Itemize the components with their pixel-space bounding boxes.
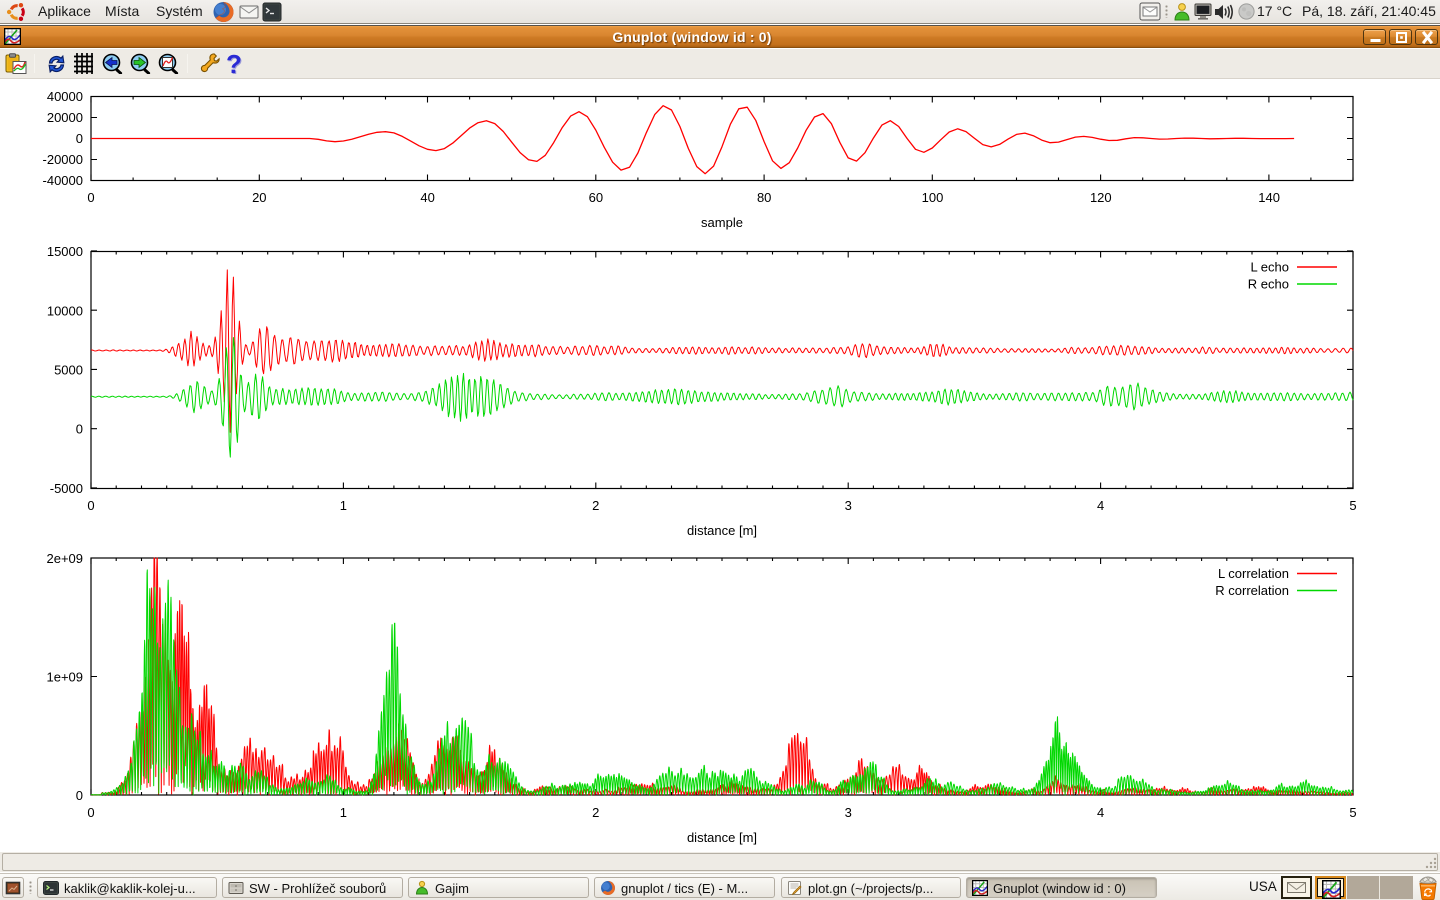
- svg-text:140: 140: [1258, 190, 1280, 205]
- svg-text:60: 60: [589, 190, 603, 205]
- svg-text:40: 40: [420, 190, 434, 205]
- svg-text:120: 120: [1090, 190, 1112, 205]
- svg-text:-40000: -40000: [43, 173, 83, 188]
- svg-text:0: 0: [87, 498, 94, 513]
- svg-text:1e+09: 1e+09: [46, 670, 83, 685]
- svg-text:0: 0: [76, 422, 83, 437]
- svg-text:3: 3: [845, 805, 852, 820]
- svg-text:R correlation: R correlation: [1215, 583, 1289, 598]
- svg-text:1: 1: [340, 805, 347, 820]
- svg-text:2: 2: [592, 498, 599, 513]
- svg-text:4: 4: [1097, 805, 1104, 820]
- svg-text:2: 2: [592, 805, 599, 820]
- svg-text:15000: 15000: [47, 244, 83, 259]
- svg-text:1: 1: [340, 498, 347, 513]
- svg-text:L echo: L echo: [1250, 260, 1289, 275]
- svg-text:-5000: -5000: [50, 481, 83, 496]
- svg-text:10000: 10000: [47, 304, 83, 319]
- svg-text:5: 5: [1349, 498, 1356, 513]
- svg-text:0: 0: [76, 131, 83, 146]
- svg-text:L correlation: L correlation: [1218, 566, 1289, 581]
- svg-text:R echo: R echo: [1248, 277, 1289, 292]
- svg-text:3: 3: [845, 498, 852, 513]
- svg-text:80: 80: [757, 190, 771, 205]
- svg-text:distance [m]: distance [m]: [687, 830, 757, 845]
- svg-text:100: 100: [922, 190, 944, 205]
- svg-text:2e+09: 2e+09: [46, 551, 83, 566]
- svg-text:distance [m]: distance [m]: [687, 523, 757, 538]
- svg-text:4: 4: [1097, 498, 1104, 513]
- svg-text:20: 20: [252, 190, 266, 205]
- svg-text:-20000: -20000: [43, 152, 83, 167]
- svg-text:20000: 20000: [47, 110, 83, 125]
- svg-text:5: 5: [1349, 805, 1356, 820]
- svg-text:0: 0: [87, 190, 94, 205]
- svg-text:sample: sample: [701, 215, 743, 230]
- svg-text:40000: 40000: [47, 89, 83, 104]
- svg-text:0: 0: [87, 805, 94, 820]
- svg-text:5000: 5000: [54, 363, 83, 378]
- svg-text:0: 0: [76, 788, 83, 803]
